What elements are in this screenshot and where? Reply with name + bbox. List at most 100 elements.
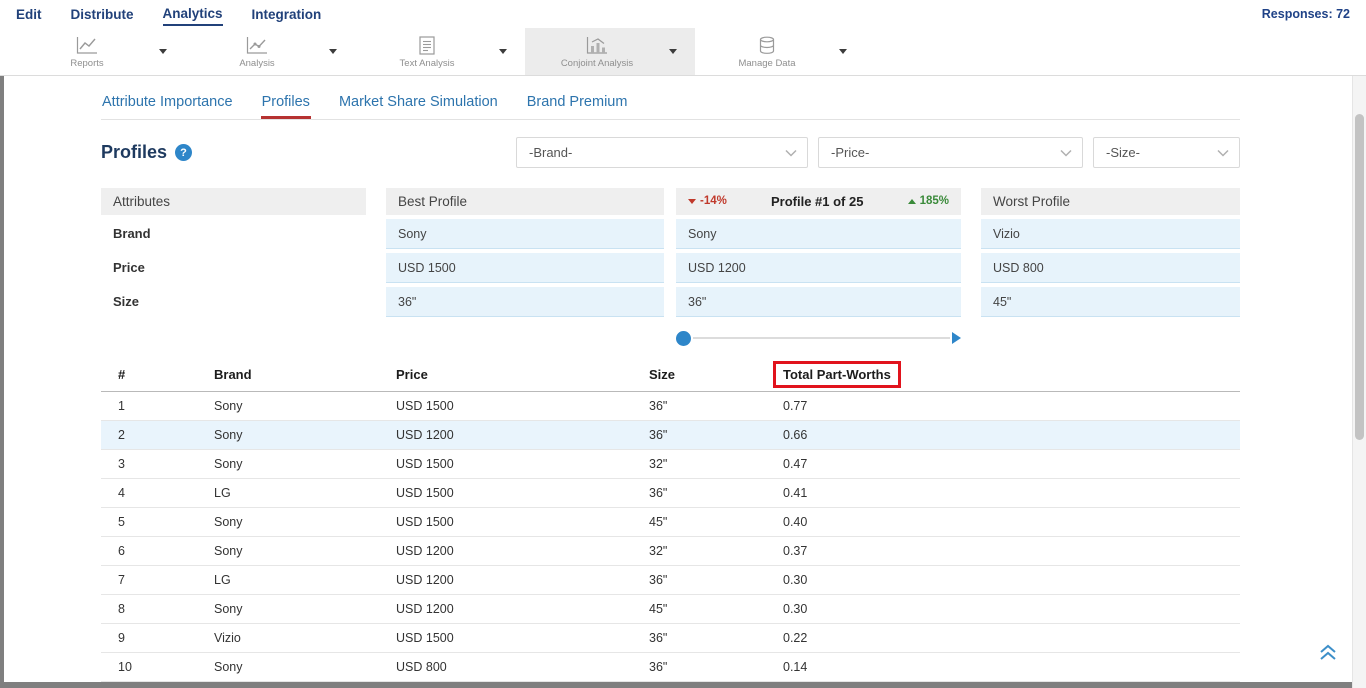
toolbar-item-text-analysis[interactable]: Text Analysis bbox=[355, 34, 499, 69]
toolbar-group-conjoint-analysis: Conjoint Analysis bbox=[525, 28, 695, 75]
chevron-down-icon bbox=[669, 49, 677, 54]
table-cell: USD 1500 bbox=[379, 508, 632, 537]
column-header-size: Size bbox=[632, 358, 766, 392]
table-cell: 6 bbox=[101, 537, 197, 566]
current-profile-header: -14% Profile #1 of 25 185% bbox=[676, 188, 961, 215]
current-profile-title: Profile #1 of 25 bbox=[771, 188, 863, 215]
nav-item-distribute[interactable]: Distribute bbox=[71, 3, 134, 25]
attribute-label-price: Price bbox=[101, 253, 366, 283]
toolbar-item-label: Manage Data bbox=[738, 58, 795, 69]
table-cell: 0.30 bbox=[766, 566, 1240, 595]
text-document-icon bbox=[418, 36, 436, 55]
chevron-down-icon bbox=[329, 49, 337, 54]
table-cell: 36" bbox=[632, 479, 766, 508]
table-row[interactable]: 8SonyUSD 120045"0.30 bbox=[101, 595, 1240, 624]
brand-filter-select[interactable]: -Brand- bbox=[516, 137, 808, 168]
table-cell: 7 bbox=[101, 566, 197, 595]
profiles-table-body: 1SonyUSD 150036"0.772SonyUSD 120036"0.66… bbox=[101, 392, 1240, 683]
tab-profiles[interactable]: Profiles bbox=[261, 94, 311, 119]
column-header-number: # bbox=[101, 358, 197, 392]
page-background: Attribute Importance Profiles Market Sha… bbox=[0, 76, 1366, 688]
size-filter-select[interactable]: -Size- bbox=[1093, 137, 1240, 168]
table-cell: 1 bbox=[101, 392, 197, 421]
page-title: Profiles bbox=[101, 142, 167, 163]
profile-filters: -Brand- -Price- -Size- bbox=[516, 137, 1240, 168]
scroll-to-top-button[interactable] bbox=[1318, 644, 1338, 666]
table-row[interactable]: 9VizioUSD 150036"0.22 bbox=[101, 624, 1240, 653]
double-chevron-up-icon bbox=[1318, 644, 1338, 661]
text-analysis-dropdown-caret[interactable] bbox=[499, 49, 525, 54]
vertical-scrollbar[interactable] bbox=[1352, 76, 1366, 688]
manage-data-dropdown-caret[interactable] bbox=[839, 49, 865, 54]
column-header-price: Price bbox=[379, 358, 632, 392]
attribute-label-brand: Brand bbox=[101, 219, 366, 249]
brand-filter-value: -Brand- bbox=[529, 145, 572, 160]
table-cell: Sony bbox=[197, 392, 379, 421]
table-cell: Sony bbox=[197, 508, 379, 537]
toolbar-group-text-analysis: Text Analysis bbox=[355, 28, 525, 75]
toolbar-item-analysis[interactable]: Analysis bbox=[185, 34, 329, 69]
table-row[interactable]: 10SonyUSD 80036"0.14 bbox=[101, 653, 1240, 682]
table-cell: 45" bbox=[632, 508, 766, 537]
table-cell: USD 1200 bbox=[379, 566, 632, 595]
chevron-down-icon bbox=[1060, 149, 1072, 157]
table-row[interactable]: 7LGUSD 120036"0.30 bbox=[101, 566, 1240, 595]
toolbar-item-manage-data[interactable]: Manage Data bbox=[695, 34, 839, 69]
table-row[interactable]: 2SonyUSD 120036"0.66 bbox=[101, 421, 1240, 450]
price-filter-select[interactable]: -Price- bbox=[818, 137, 1083, 168]
table-row[interactable]: 11LGUSD 150032"0.12 bbox=[101, 682, 1240, 683]
help-icon[interactable]: ? bbox=[175, 144, 192, 161]
table-cell: 36" bbox=[632, 566, 766, 595]
profile-slider bbox=[676, 330, 961, 346]
top-nav-bar: Edit Distribute Analytics Integration Re… bbox=[0, 0, 1366, 28]
chevron-down-icon bbox=[159, 49, 167, 54]
scrollbar-thumb[interactable] bbox=[1355, 114, 1364, 440]
reports-dropdown-caret[interactable] bbox=[159, 49, 185, 54]
reports-line-chart-icon bbox=[76, 36, 98, 55]
current-profile-column: -14% Profile #1 of 25 185% Sony USD 1200… bbox=[676, 188, 961, 346]
nav-item-edit[interactable]: Edit bbox=[16, 3, 42, 25]
table-cell: 32" bbox=[632, 450, 766, 479]
conjoint-dropdown-caret[interactable] bbox=[669, 49, 695, 54]
table-cell: 0.14 bbox=[766, 653, 1240, 682]
table-row[interactable]: 1SonyUSD 150036"0.77 bbox=[101, 392, 1240, 421]
table-row[interactable]: 3SonyUSD 150032"0.47 bbox=[101, 450, 1240, 479]
table-cell: USD 1500 bbox=[379, 682, 632, 683]
toolbar-group-reports: Reports bbox=[15, 28, 185, 75]
table-cell: 4 bbox=[101, 479, 197, 508]
nav-item-integration[interactable]: Integration bbox=[252, 3, 322, 25]
toolbar-item-label: Reports bbox=[70, 58, 103, 69]
worst-profile-header: Worst Profile bbox=[981, 188, 1240, 215]
tab-market-share-simulation[interactable]: Market Share Simulation bbox=[338, 94, 499, 119]
tab-brand-premium[interactable]: Brand Premium bbox=[526, 94, 629, 119]
analysis-dropdown-caret[interactable] bbox=[329, 49, 355, 54]
column-header-brand: Brand bbox=[197, 358, 379, 392]
table-row[interactable]: 5SonyUSD 150045"0.40 bbox=[101, 508, 1240, 537]
best-profile-header: Best Profile bbox=[386, 188, 664, 215]
conjoint-tabs: Attribute Importance Profiles Market Sha… bbox=[101, 94, 1240, 120]
table-cell: 32" bbox=[632, 682, 766, 683]
toolbar-item-conjoint-analysis[interactable]: Conjoint Analysis bbox=[525, 34, 669, 69]
responses-count: Responses: 72 bbox=[1262, 7, 1350, 21]
red-annotation-box: Total Part-Worths bbox=[773, 361, 901, 388]
attribute-label-size: Size bbox=[101, 287, 366, 317]
attributes-column: Attributes Brand Price Size bbox=[101, 188, 366, 346]
chevron-down-icon bbox=[839, 49, 847, 54]
toolbar-item-label: Analysis bbox=[239, 58, 274, 69]
table-row[interactable]: 6SonyUSD 120032"0.37 bbox=[101, 537, 1240, 566]
tab-attribute-importance[interactable]: Attribute Importance bbox=[101, 94, 234, 119]
toolbar-group-analysis: Analysis bbox=[185, 28, 355, 75]
current-profile-size: 36" bbox=[676, 287, 961, 317]
table-cell: Sony bbox=[197, 537, 379, 566]
table-cell: 0.40 bbox=[766, 508, 1240, 537]
profiles-section-header: Profiles ? -Brand- -Price- -Size- bbox=[101, 137, 1240, 168]
table-cell: Sony bbox=[197, 595, 379, 624]
slider-track[interactable] bbox=[693, 337, 950, 339]
table-cell: 0.12 bbox=[766, 682, 1240, 683]
chevron-down-icon bbox=[1217, 149, 1229, 157]
nav-item-analytics[interactable]: Analytics bbox=[163, 2, 223, 26]
table-row[interactable]: 4LGUSD 150036"0.41 bbox=[101, 479, 1240, 508]
slider-handle[interactable] bbox=[676, 331, 691, 346]
toolbar-item-reports[interactable]: Reports bbox=[15, 34, 159, 69]
slider-next-arrow-icon[interactable] bbox=[952, 332, 961, 344]
